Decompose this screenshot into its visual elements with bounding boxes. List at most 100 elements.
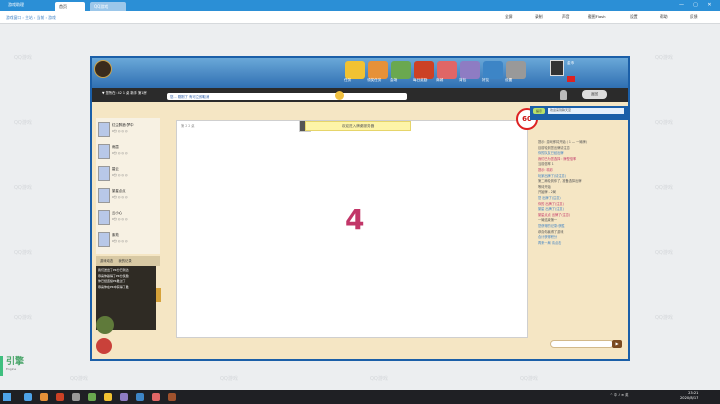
nav-icon-3[interactable] — [414, 61, 434, 79]
game-board[interactable]: 第 2 2 桌 欢迎进入牌桌服务器 4 — [176, 120, 528, 338]
nav-icon-1[interactable] — [368, 61, 388, 79]
scroll-message: 您... 刚刚了 有可立即取消 — [167, 93, 407, 100]
player-name: 紫苑 — [112, 233, 119, 237]
player-row[interactable]: 碧云 0分 ◎ ◎ ◎ — [98, 164, 158, 184]
player-row[interactable]: 云小心 0分 ◎ ◎ ◎ — [98, 208, 158, 228]
return-button[interactable]: 返回 — [582, 90, 607, 99]
taskbar-app-icon[interactable] — [88, 393, 96, 401]
bell-icon[interactable] — [560, 90, 567, 100]
watermark: QQ游戏 — [520, 376, 538, 382]
engine-logo: 引擎 Engine — [6, 358, 44, 380]
collapse-arrow-icon[interactable] — [156, 288, 161, 302]
help-button[interactable]: 帮助 — [660, 14, 668, 20]
player-stats: 0分 ◎ ◎ ◎ — [112, 217, 128, 221]
watermark: QQ游戏 — [370, 376, 388, 382]
taskbar-app-icon[interactable] — [120, 393, 128, 401]
taskbar-app-icon[interactable] — [168, 393, 176, 401]
user-badge: 金币 — [567, 61, 575, 65]
toolbar: 游戏窗口 › 主站 › 当前 › 游戏 全屏 录制 声音 截图Flash 设置 … — [0, 11, 720, 24]
breadcrumb[interactable]: 游戏窗口 › 主站 › 当前 › 游戏 — [6, 15, 56, 21]
taskbar-app-icon[interactable] — [72, 393, 80, 401]
character-icon[interactable] — [96, 316, 114, 334]
watermark: QQ游戏 — [70, 376, 88, 382]
nav-icon-6[interactable] — [483, 61, 503, 79]
nav-icon-5[interactable] — [460, 61, 480, 79]
close-icon[interactable]: ✕ — [704, 0, 715, 11]
player-name: 繁星点点 — [112, 189, 126, 193]
tab-game-news[interactable]: 游戏动态 — [100, 259, 113, 263]
taskbar-app-icon[interactable] — [136, 393, 144, 401]
taskbar-app-icon[interactable] — [104, 393, 112, 401]
screenshot-button[interactable]: 截图Flash — [588, 14, 606, 20]
maximize-icon[interactable]: ▢ — [690, 0, 701, 11]
game-status-bar: ▼ 您所在: 42 1 桌 新手 第1房 您... 刚刚了 有可立即取消 返回 — [92, 88, 628, 102]
player-name: 红尘醉酒:梦中 — [112, 123, 134, 127]
watermark: QQ游戏 — [14, 315, 32, 321]
minimize-icon[interactable]: — — [676, 0, 687, 11]
sound-button[interactable]: 声音 — [562, 14, 570, 20]
side-indicator — [0, 356, 3, 376]
player-row[interactable]: 紫苑 0分 ◎ ◎ ◎ — [98, 230, 158, 250]
player-stats: 0分 ◎ ◎ ◎ — [112, 195, 128, 199]
nav-label: 设置 — [505, 78, 513, 82]
watermark: QQ游戏 — [14, 55, 32, 61]
clock-date: 2020/8/17 — [680, 396, 699, 400]
player-row[interactable]: 红尘醉酒:梦中 0分 ◎ ◎ ◎ — [98, 120, 158, 140]
tab-home[interactable]: 首页 — [55, 2, 85, 11]
player-stats: 0分 ◎ ◎ ◎ — [112, 151, 128, 155]
watermark: QQ游戏 — [14, 120, 32, 126]
tab-my-record[interactable]: 我的记录 — [118, 259, 131, 263]
red-flag-icon — [567, 76, 575, 82]
chat-icon[interactable] — [335, 91, 344, 100]
nav-icon-0[interactable] — [345, 61, 365, 79]
clock[interactable]: 23:21 2020/8/17 — [680, 391, 698, 401]
tab-qq-game[interactable]: QQ游戏 — [90, 2, 126, 11]
game-top-bar: 任务 领奖任务 会场 每日奖励 商城 背包 好友 设置 金币 — [92, 58, 628, 88]
watermark: QQ游戏 — [655, 315, 673, 321]
nav-icon-4[interactable] — [437, 61, 457, 79]
player-stats: 0分 ◎ ◎ ◎ — [112, 129, 128, 133]
logo-text: 引擎 — [6, 357, 25, 367]
game-window: 任务 领奖任务 会场 每日奖励 商城 背包 好友 设置 金币 ▼ 您所在: 42 1 桌 新手… — [90, 56, 630, 361]
nav-label: 每日奖励 — [413, 78, 428, 82]
player-list: 红尘醉酒:梦中 0分 ◎ ◎ ◎ 雨霞 0分 ◎ ◎ ◎ 碧云 0分 ◎ ◎ ◎ 繁星点点 0… — [96, 118, 160, 254]
card-count: 4 — [345, 203, 365, 236]
logo-subtext: Engine — [6, 367, 17, 371]
player-avatar — [98, 122, 110, 137]
player-name: 云小心 — [112, 211, 123, 215]
nav-label: 任务 — [344, 78, 352, 82]
watermark: QQ游戏 — [220, 376, 238, 382]
send-button[interactable]: ▶ — [612, 340, 622, 348]
taskbar: ^ 中 ♪ ⊕ 英 23:21 2020/8/17 — [0, 390, 720, 404]
taskbar-app-icon[interactable] — [56, 393, 64, 401]
record-button[interactable]: 录制 — [535, 14, 543, 20]
player-row[interactable]: 雨霞 0分 ◎ ◎ ◎ — [98, 142, 158, 162]
fullscreen-button[interactable]: 全屏 — [505, 14, 513, 20]
watermark: QQ游戏 — [14, 185, 32, 191]
taskbar-app-icon[interactable] — [40, 393, 48, 401]
feedback-button[interactable]: 反馈 — [690, 14, 698, 20]
nav-label: 领奖任务 — [367, 78, 382, 82]
nav-label: 好友 — [482, 78, 490, 82]
settings-button[interactable]: 设置 — [630, 14, 638, 20]
start-icon[interactable] — [3, 393, 11, 401]
nav-icon-2[interactable] — [391, 61, 411, 79]
news-item: 恭喜你在PK中获得了胜 — [98, 284, 129, 289]
chat-input[interactable] — [550, 340, 614, 348]
avatar[interactable] — [94, 60, 112, 78]
room-status: ▼ 您所在: 42 1 桌 新手 第1房 — [102, 91, 147, 95]
player-row[interactable]: 繁星点点 0分 ◎ ◎ ◎ — [98, 186, 158, 206]
player-stats: 0分 ◎ ◎ ◎ — [112, 173, 128, 177]
user-avatar[interactable] — [550, 60, 564, 76]
watermark: QQ游戏 — [14, 250, 32, 256]
player-avatar — [98, 210, 110, 225]
player-avatar — [98, 166, 110, 181]
nav-icon-7[interactable] — [506, 61, 526, 79]
system-tray[interactable]: ^ 中 ♪ ⊕ 英 — [610, 392, 628, 397]
taskbar-app-icon[interactable] — [24, 393, 32, 401]
gift-icon[interactable] — [96, 338, 112, 354]
taskbar-app-icon[interactable] — [152, 393, 160, 401]
player-avatar — [98, 144, 110, 159]
bottom-tabs: 游戏动态 我的记录 — [96, 256, 160, 266]
nav-label: 背包 — [459, 78, 467, 82]
